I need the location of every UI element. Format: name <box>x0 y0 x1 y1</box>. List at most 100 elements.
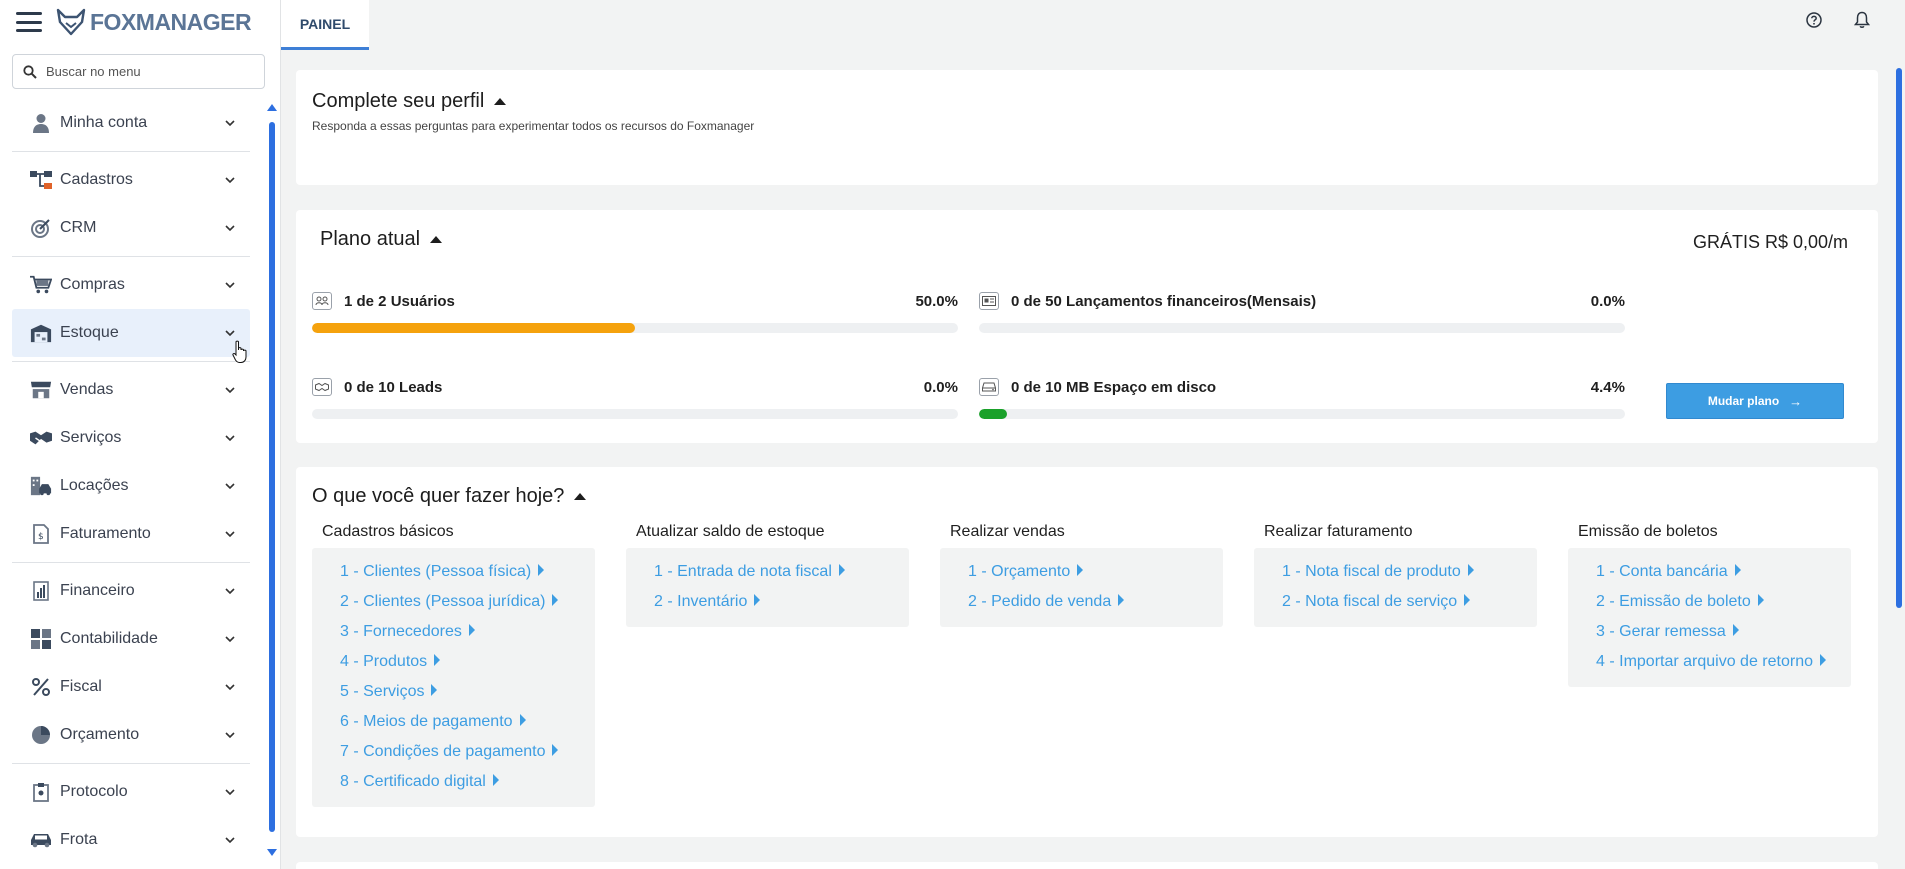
chevron-down-icon <box>225 387 235 394</box>
todo-link[interactable]: 1 - Nota fiscal de produto <box>1282 557 1527 587</box>
tab-painel[interactable]: PAINEL <box>281 0 369 50</box>
sidebar-scroll-thumb[interactable] <box>269 122 275 832</box>
scroll-down-icon[interactable] <box>267 849 277 856</box>
todo-link[interactable]: 7 - Condições de pagamento <box>340 737 585 767</box>
page-scroll-thumb[interactable] <box>1896 68 1902 608</box>
caret-right-icon <box>1464 594 1471 606</box>
todo-link[interactable]: 2 - Emissão de boleto <box>1596 587 1841 617</box>
chevron-down-icon <box>225 330 235 337</box>
logo[interactable]: FOXMANAGER <box>56 8 252 36</box>
caret-up-icon[interactable] <box>430 236 443 243</box>
todo-link[interactable]: 2 - Pedido de venda <box>968 587 1213 617</box>
sidebar-item-protocolo[interactable]: Protocolo <box>12 768 250 816</box>
sidebar-item-estoque[interactable]: Estoque <box>12 309 250 357</box>
todo-link[interactable]: 4 - Produtos <box>340 647 585 677</box>
sidebar-item-label: Locações <box>60 477 129 494</box>
sidebar-item-label: CRM <box>60 219 97 236</box>
sidebar-item-label: Financeiro <box>60 582 135 599</box>
sidebar-item-vendas[interactable]: Vendas <box>12 366 250 414</box>
usage-progress-bar <box>979 323 1625 333</box>
logo-text: FOXMANAGER <box>90 8 252 35</box>
help-icon[interactable] <box>1804 10 1824 30</box>
scroll-up-icon[interactable] <box>267 104 277 111</box>
caret-right-icon <box>754 594 761 606</box>
usage-progress-bar <box>312 323 958 333</box>
todo-link[interactable]: 8 - Certificado digital <box>340 767 585 797</box>
change-plan-label: Mudar plano <box>1707 394 1780 408</box>
search-input[interactable] <box>46 64 246 79</box>
caret-right-icon <box>519 714 526 726</box>
caret-right-icon <box>492 774 499 786</box>
sidebar-item-faturamento[interactable]: $ Faturamento <box>12 510 250 558</box>
sidebar-item-contabilidade[interactable]: Contabilidade <box>12 615 250 663</box>
todo-link[interactable]: 1 - Orçamento <box>968 557 1213 587</box>
todo-link-label: 1 - Clientes (Pessoa física) <box>340 563 532 580</box>
todo-link[interactable]: 1 - Conta bancária <box>1596 557 1841 587</box>
arrow-right-icon: → <box>1789 393 1803 409</box>
todo-link[interactable]: 6 - Meios de pagamento <box>340 707 585 737</box>
chevron-down-icon <box>225 177 235 184</box>
svg-text:$: $ <box>38 532 44 542</box>
todo-link[interactable]: 2 - Inventário <box>654 587 899 617</box>
caret-up-icon[interactable] <box>494 98 507 105</box>
sidebar-item-compras[interactable]: Compras <box>12 261 250 309</box>
change-plan-button[interactable]: Mudar plano → <box>1666 383 1844 419</box>
usage-label: 0 de 10 Leads <box>344 378 443 396</box>
todo-link-label: 2 - Emissão de boleto <box>1596 593 1751 610</box>
sidebar-scrollbar[interactable] <box>266 104 278 856</box>
chevron-down-icon <box>225 837 235 844</box>
search-icon <box>23 64 37 79</box>
sidebar-item-fiscal[interactable]: Fiscal <box>12 663 250 711</box>
store-icon <box>30 379 52 401</box>
main-content: Complete seu perfil Responda a essas per… <box>281 50 1893 869</box>
clipboard-icon <box>30 781 52 803</box>
sidebar-item-locacoes[interactable]: Locações <box>12 462 250 510</box>
todo-column-title: Cadastros básicos <box>322 523 454 540</box>
plan-card: Plano atual GRÁTIS R$ 0,00/m 1 de 2 Usuá… <box>296 210 1878 443</box>
todo-link-label: 2 - Clientes (Pessoa jurídica) <box>340 593 546 610</box>
user-icon <box>30 112 52 134</box>
sidebar-item-label: Orçamento <box>60 726 140 743</box>
sidebar-item-orcamento[interactable]: Orçamento <box>12 711 250 759</box>
caret-up-icon[interactable] <box>574 493 587 500</box>
chevron-down-icon <box>225 435 235 442</box>
hamburger-menu-icon[interactable] <box>16 12 42 32</box>
caret-right-icon <box>1820 654 1826 666</box>
profile-card-title[interactable]: Complete seu perfil <box>312 90 1862 113</box>
todo-column: Realizar vendas 1 - Orçamento 2 - Pedido d… <box>940 523 1223 627</box>
divider <box>12 763 250 764</box>
chevron-down-icon <box>225 483 235 490</box>
todo-link[interactable]: 1 - Entrada de nota fiscal <box>654 557 899 587</box>
warehouse-icon <box>30 322 52 344</box>
divider <box>12 151 250 152</box>
bell-icon[interactable] <box>1852 10 1872 30</box>
usage-percent: 0.0% <box>1590 292 1625 310</box>
chevron-down-icon <box>225 120 235 127</box>
todo-column-title: Atualizar saldo de estoque <box>636 523 825 540</box>
todo-link[interactable]: 1 - Clientes (Pessoa física) <box>340 557 585 587</box>
todo-link[interactable]: 3 - Fornecedores <box>340 617 585 647</box>
page-scrollbar[interactable] <box>1893 50 1905 869</box>
sidebar-item-servicos[interactable]: Serviços <box>12 414 250 462</box>
todo-link[interactable]: 3 - Gerar remessa <box>1596 617 1841 647</box>
todo-card-title[interactable]: O que você quer fazer hoje? <box>312 485 587 508</box>
sidebar-item-label: Vendas <box>60 381 114 398</box>
sidebar-item-cadastros[interactable]: Cadastros <box>12 156 250 204</box>
plan-card-title[interactable]: Plano atual <box>320 228 443 251</box>
todo-link[interactable]: 4 - Importar arquivo de retorno <box>1596 647 1841 677</box>
todo-link[interactable]: 2 - Clientes (Pessoa jurídica) <box>340 587 585 617</box>
sidebar-item-financeiro[interactable]: Financeiro <box>12 567 250 615</box>
todo-link-list: 1 - Clientes (Pessoa física) 2 - Clientes… <box>312 548 595 807</box>
sidebar-item-label: Protocolo <box>60 783 128 800</box>
sidebar-item-frota[interactable]: Frota <box>12 816 250 859</box>
caret-right-icon <box>552 744 559 756</box>
todo-column-title: Realizar vendas <box>950 523 1065 540</box>
todo-link[interactable]: 5 - Serviços <box>340 677 585 707</box>
todo-link[interactable]: 2 - Nota fiscal de serviço <box>1282 587 1527 617</box>
sidebar-item-crm[interactable]: CRM <box>12 204 250 252</box>
disk-icon <box>979 378 999 396</box>
menu-search[interactable] <box>12 54 265 89</box>
logo-row: FOXMANAGER <box>0 0 280 44</box>
sidebar-item-minha-conta[interactable]: Minha conta <box>12 99 250 147</box>
todo-link-label: 2 - Pedido de venda <box>968 593 1112 610</box>
